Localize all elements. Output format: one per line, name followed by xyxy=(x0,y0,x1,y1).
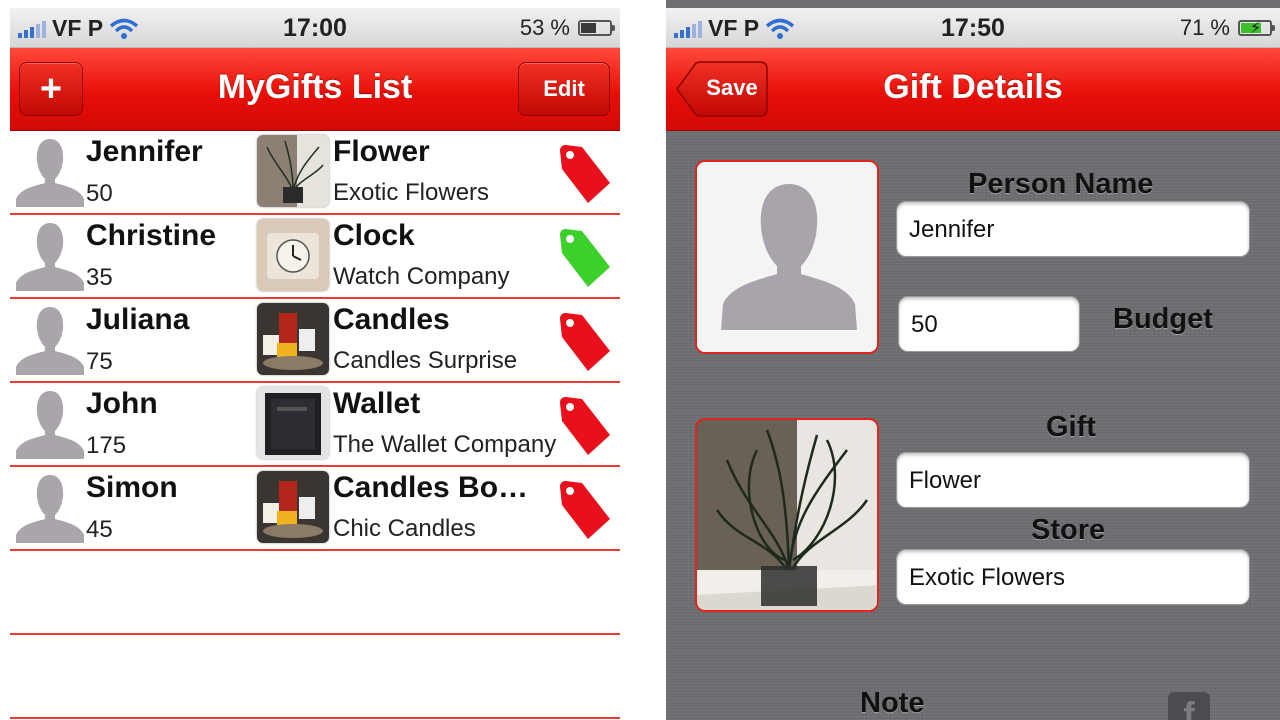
navigation-bar: Save Gift Details xyxy=(666,48,1280,131)
plant-photo-image xyxy=(697,420,877,610)
store-name: Watch Company xyxy=(333,263,510,290)
page-title: Gift Details xyxy=(883,68,1063,106)
gift-name: Candles Bo… xyxy=(333,471,529,504)
empty-list-row xyxy=(10,551,620,635)
gift-photo[interactable] xyxy=(695,418,879,612)
person-photo[interactable] xyxy=(695,160,879,354)
gift-thumbnail xyxy=(257,471,329,543)
gift-name: Flower xyxy=(333,135,430,168)
person-name: Simon xyxy=(86,471,178,504)
list-row[interactable]: Juliana 75 Candles Candles Surprise xyxy=(10,299,620,383)
status-tag-icon[interactable] xyxy=(558,395,612,457)
gift-field[interactable]: Flower xyxy=(896,452,1250,508)
person-name-label: Person Name xyxy=(968,168,1154,200)
status-bar: VF P 17:00 53 % xyxy=(10,8,620,48)
gift-label: Gift xyxy=(1046,411,1096,443)
navigation-bar: + MyGifts List Edit xyxy=(10,48,620,131)
store-name: Candles Surprise xyxy=(333,347,518,374)
person-avatar-icon xyxy=(14,219,86,291)
person-name: Christine xyxy=(86,219,217,252)
person-silhouette-icon xyxy=(697,162,877,352)
status-tag-icon[interactable] xyxy=(558,227,612,289)
bolt-icon: ⚡ xyxy=(1250,20,1262,37)
person-avatar-icon xyxy=(14,471,86,543)
battery-icon xyxy=(578,20,615,36)
store-name: Chic Candles xyxy=(333,515,476,542)
budget-value: 50 xyxy=(86,180,113,207)
empty-list-row xyxy=(10,635,620,719)
person-name: John xyxy=(86,387,158,420)
person-avatar-icon xyxy=(14,387,86,459)
gift-name: Clock xyxy=(333,219,415,252)
person-name: Jennifer xyxy=(86,135,203,168)
budget-label: Budget xyxy=(1113,303,1213,335)
gift-list-screen: VF P 17:00 53 % + MyGifts List Edit Jenn… xyxy=(10,0,620,720)
list-row[interactable]: John 175 Wallet The Wallet Company xyxy=(10,383,620,467)
battery-charging-icon: ⚡ xyxy=(1238,20,1275,37)
gift-name: Wallet xyxy=(333,387,421,420)
status-tag-icon[interactable] xyxy=(558,479,612,541)
budget-value: 175 xyxy=(86,432,127,459)
gift-details-screen: VF P 17:50 71 % ⚡ Save Gift Details Pers… xyxy=(666,0,1280,720)
budget-value: 35 xyxy=(86,264,113,291)
gift-thumbnail xyxy=(257,219,329,291)
gift-name: Candles xyxy=(333,303,450,336)
list-row[interactable]: Jennifer 50 Flower Exotic Flowers xyxy=(10,131,620,215)
budget-field[interactable]: 50 xyxy=(898,296,1080,352)
store-name: The Wallet Company xyxy=(333,431,557,458)
list-row[interactable]: Christine 35 Clock Watch Company xyxy=(10,215,620,299)
gift-list: Jennifer 50 Flower Exotic Flowers Christine 3… xyxy=(10,131,620,719)
status-tag-icon[interactable] xyxy=(558,143,612,205)
status-bar: VF P 17:50 71 % ⚡ xyxy=(666,8,1280,48)
budget-value: 45 xyxy=(86,516,113,543)
person-name: Juliana xyxy=(86,303,190,336)
battery-percent: 53 % xyxy=(519,15,570,40)
budget-value: 75 xyxy=(86,348,113,375)
store-name: Exotic Flowers xyxy=(333,179,490,206)
battery-percent: 71 % xyxy=(1179,15,1230,40)
store-field[interactable]: Exotic Flowers xyxy=(896,549,1250,605)
note-label: Note xyxy=(860,687,925,719)
facebook-share-icon[interactable]: f xyxy=(1168,692,1210,720)
list-row[interactable]: Simon 45 Candles Bo… Chic Candles xyxy=(10,467,620,551)
person-avatar-icon xyxy=(14,135,86,207)
gift-thumbnail xyxy=(257,135,329,207)
person-avatar-icon xyxy=(14,303,86,375)
store-label: Store xyxy=(1031,514,1106,546)
gift-thumbnail xyxy=(257,387,329,459)
gift-thumbnail xyxy=(257,303,329,375)
person-name-field[interactable]: Jennifer xyxy=(896,201,1250,257)
status-tag-icon[interactable] xyxy=(558,311,612,373)
edit-button[interactable]: Edit xyxy=(518,62,610,116)
